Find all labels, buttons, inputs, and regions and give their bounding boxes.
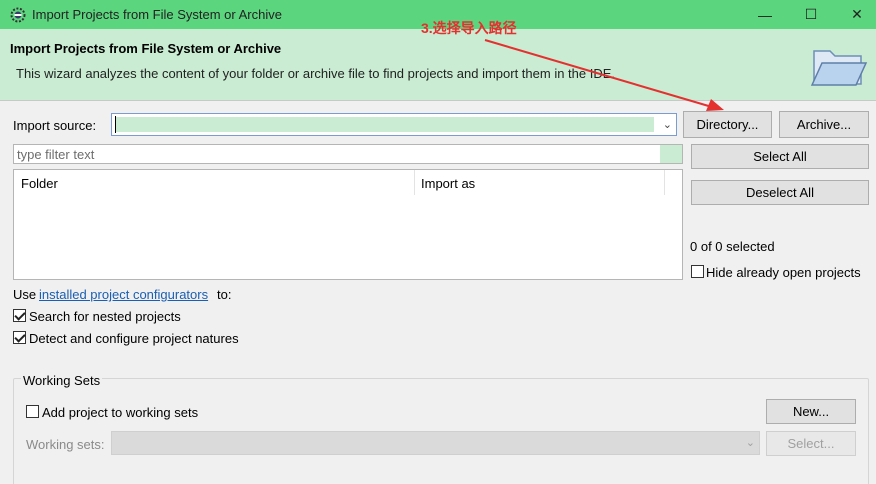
annotation-arrow (484, 39, 724, 111)
annotation-text: 3.选择导入路径 (421, 20, 517, 36)
